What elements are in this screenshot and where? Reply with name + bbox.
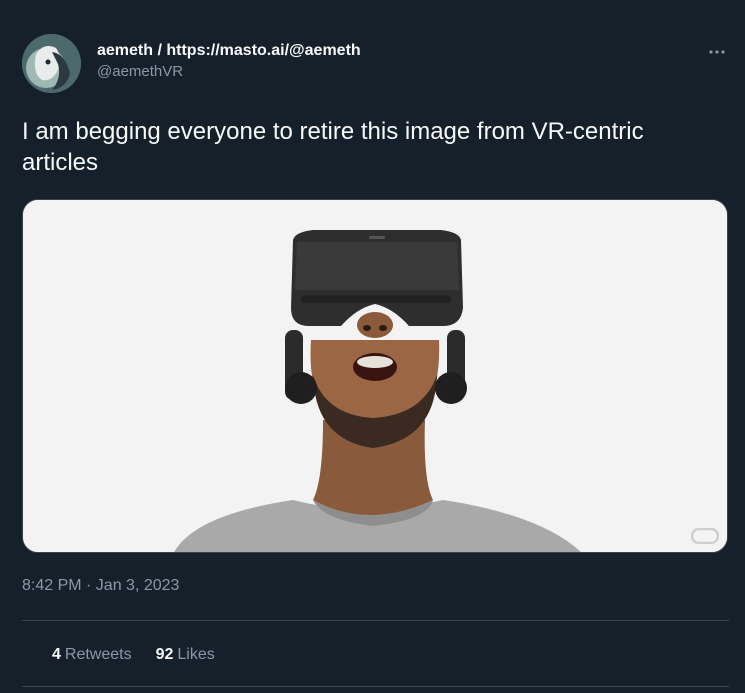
avatar[interactable] bbox=[22, 34, 81, 93]
retweets-count: 4 bbox=[52, 646, 61, 663]
tweet-timestamp[interactable]: 8:42 PM · Jan 3, 2023 bbox=[22, 575, 179, 597]
vr-headset-photo bbox=[23, 200, 727, 552]
more-horizontal-icon bbox=[709, 50, 725, 54]
tweet-card: aemeth / https://masto.ai/@aemeth @aemet… bbox=[0, 0, 745, 693]
avatar-image bbox=[22, 34, 81, 93]
tweet-media-image[interactable] bbox=[22, 199, 728, 553]
divider bbox=[22, 686, 729, 687]
likes-count: 92 bbox=[155, 646, 174, 663]
media-badge-icon bbox=[691, 528, 719, 544]
likes-stat[interactable]: 92 Likes bbox=[156, 644, 215, 666]
user-handle[interactable]: @aemethVR bbox=[97, 62, 361, 82]
tweet-stats: 4 Retweets 92 Likes bbox=[52, 644, 215, 666]
tweet-text: I am begging everyone to retire this ima… bbox=[22, 118, 644, 176]
divider bbox=[22, 620, 729, 621]
retweets-stat[interactable]: 4 Retweets bbox=[52, 644, 132, 666]
display-name[interactable]: aemeth / https://masto.ai/@aemeth bbox=[97, 41, 361, 61]
more-options-button[interactable] bbox=[703, 38, 731, 66]
retweets-label: Retweets bbox=[64, 646, 132, 663]
likes-label: Likes bbox=[177, 646, 215, 663]
user-names: aemeth / https://masto.ai/@aemeth @aemet… bbox=[97, 41, 361, 82]
tweet-header: aemeth / https://masto.ai/@aemeth @aemet… bbox=[22, 34, 731, 94]
